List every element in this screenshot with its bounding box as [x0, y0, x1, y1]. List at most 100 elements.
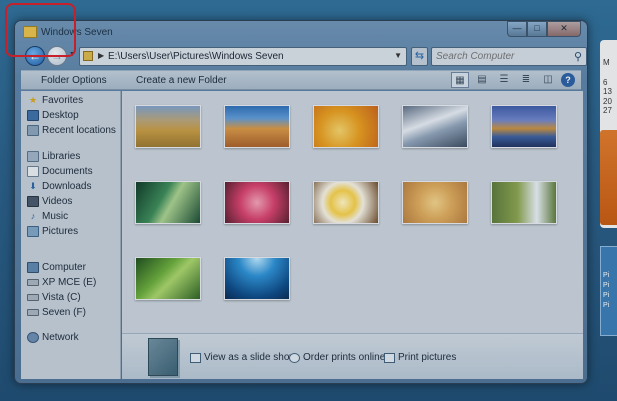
music-icon: ♪ — [30, 211, 36, 221]
sidebar-item-label: Network — [42, 332, 79, 343]
sidebar-item-music[interactable]: ♪ Music — [27, 211, 68, 222]
wallpaper-thumbnail[interactable] — [402, 181, 468, 224]
print-button[interactable]: Print pictures — [384, 352, 456, 363]
wallpaper-thumbnail[interactable] — [313, 105, 379, 148]
wallpaper-thumbnail[interactable] — [402, 105, 468, 148]
folder-options-button[interactable]: Folder Options — [41, 75, 107, 86]
navigation-bar: ← → ▼ ▶ E:\Users\User\Pictures\Windows S… — [21, 45, 587, 69]
large-icons-view-icon[interactable]: ▦ — [451, 72, 469, 88]
wallpaper-thumbnail[interactable] — [313, 181, 379, 224]
address-bar[interactable]: ▶ E:\Users\User\Pictures\Windows Seven ▼ — [79, 47, 407, 66]
medium-icons-view-icon[interactable]: ▤ — [473, 72, 491, 88]
documents-icon — [27, 166, 39, 177]
drive-icon — [27, 309, 39, 316]
sidebar-item-computer[interactable]: Computer — [27, 262, 86, 273]
refresh-icon: ⇆ — [414, 50, 425, 62]
sidebar-item-downloads[interactable]: ⬇ Downloads — [27, 181, 91, 192]
desktop-icon — [27, 110, 39, 121]
network-icon — [27, 332, 39, 343]
sidebar-item-label: Documents — [42, 166, 93, 177]
highlight-annotation — [5, 3, 76, 57]
search-icon[interactable]: ⚲ — [574, 50, 582, 63]
feed-item: Pi — [603, 292, 610, 299]
sidebar-item-network[interactable]: Network — [27, 332, 79, 343]
drive-icon — [27, 294, 39, 301]
sidebar-item-recent[interactable]: Recent locations — [27, 125, 116, 136]
sidebar-item-drive-f[interactable]: Seven (F) — [27, 307, 86, 318]
sidebar-item-label: Vista (C) — [42, 292, 81, 303]
explorer-window: Windows Seven — □ ✕ ← → ▼ ▶ E:\Users\Use… — [14, 20, 588, 384]
feed-item: Pi — [603, 272, 610, 279]
printer-icon — [384, 352, 395, 363]
refresh-button[interactable]: ⇆ — [411, 47, 428, 66]
order-prints-label: Order prints online — [303, 352, 386, 363]
sidebar-item-drive-e[interactable]: XP MCE (E) — [27, 277, 96, 288]
sidebar-item-drive-c[interactable]: Vista (C) — [27, 292, 81, 303]
wallpaper-thumbnail[interactable] — [224, 105, 290, 148]
feed-gadget[interactable]: Pi Pi Pi Pi — [600, 246, 617, 336]
wallpaper-thumbnail[interactable] — [135, 257, 201, 300]
sidebar-item-label: Favorites — [42, 95, 84, 106]
navigation-pane: ★ Favorites Desktop Recent locations Lib… — [21, 91, 121, 379]
wallpaper-thumbnail[interactable] — [491, 181, 557, 224]
help-icon[interactable]: ? — [561, 73, 575, 87]
feed-item: Pi — [603, 282, 610, 289]
search-input[interactable] — [436, 51, 564, 62]
sidebar-item-label: XP MCE (E) — [42, 277, 97, 288]
wallpaper-thumbnail[interactable] — [224, 257, 290, 300]
title-bar[interactable]: Windows Seven — □ ✕ — [15, 21, 587, 45]
videos-icon — [27, 196, 39, 207]
wallpaper-thumbnail[interactable] — [224, 181, 290, 224]
sidebar-item-label: Recent locations — [42, 125, 116, 136]
minimize-button[interactable]: — — [507, 21, 527, 37]
calendar-day: 13 — [603, 87, 612, 97]
details-view-icon[interactable]: ≣ — [517, 72, 535, 88]
sidebar-item-label: Desktop — [42, 110, 79, 121]
recent-icon — [27, 125, 39, 136]
close-button[interactable]: ✕ — [547, 21, 581, 37]
chevron-right-icon[interactable]: ▶ — [98, 51, 104, 60]
sidebar-item-libraries[interactable]: Libraries — [27, 151, 80, 162]
sidebar-item-documents[interactable]: Documents — [27, 166, 93, 177]
new-folder-button[interactable]: Create a new Folder — [136, 75, 227, 86]
photo-gallery-icon — [148, 338, 178, 376]
slideshow-label: View as a slide show — [204, 352, 297, 363]
chevron-down-icon[interactable]: ▼ — [394, 51, 402, 60]
slideshow-button[interactable]: View as a slide show — [190, 352, 297, 363]
globe-icon — [289, 352, 300, 363]
address-path[interactable]: E:\Users\User\Pictures\Windows Seven — [108, 51, 284, 62]
pictures-icon — [27, 226, 39, 237]
sidebar-item-favorites[interactable]: ★ Favorites — [27, 95, 83, 106]
calendar-day: 27 — [603, 106, 612, 116]
sidebar-item-label: Pictures — [42, 226, 79, 237]
orange-gadget — [600, 130, 617, 225]
computer-icon — [27, 262, 39, 273]
order-prints-button[interactable]: Order prints online — [289, 352, 385, 363]
downloads-icon: ⬇ — [29, 181, 37, 191]
drive-icon — [27, 279, 39, 286]
calendar-day: 6 — [603, 77, 608, 87]
sidebar-item-label: Videos — [42, 196, 73, 207]
sidebar-item-label: Music — [42, 211, 69, 222]
sidebar-item-label: Downloads — [42, 181, 92, 192]
list-view-icon[interactable]: ☰ — [495, 72, 513, 88]
preview-pane-icon[interactable]: ◫ — [539, 72, 557, 88]
command-bar: Folder Options Create a new Folder ▦ ▤ ☰… — [21, 70, 581, 90]
sidebar-item-videos[interactable]: Videos — [27, 196, 72, 207]
wallpaper-thumbnail[interactable] — [135, 105, 201, 148]
sidebar-item-label: Libraries — [42, 151, 81, 162]
calendar-day: M — [603, 58, 610, 67]
wallpaper-thumbnail[interactable] — [491, 105, 557, 148]
sidebar-item-desktop[interactable]: Desktop — [27, 110, 79, 121]
wallpaper-thumbnail[interactable] — [135, 181, 201, 224]
window-controls: — □ ✕ — [507, 21, 581, 37]
search-box[interactable]: ⚲ — [431, 47, 587, 66]
feed-item: Pi — [603, 302, 610, 309]
maximize-button[interactable]: □ — [527, 21, 547, 37]
folder-icon — [83, 51, 93, 61]
sidebar-item-label: Seven (F) — [42, 307, 86, 318]
sidebar-item-pictures[interactable]: Pictures — [27, 226, 78, 237]
slideshow-icon — [190, 352, 201, 363]
star-icon: ★ — [28, 95, 38, 105]
print-label: Print pictures — [398, 352, 457, 363]
